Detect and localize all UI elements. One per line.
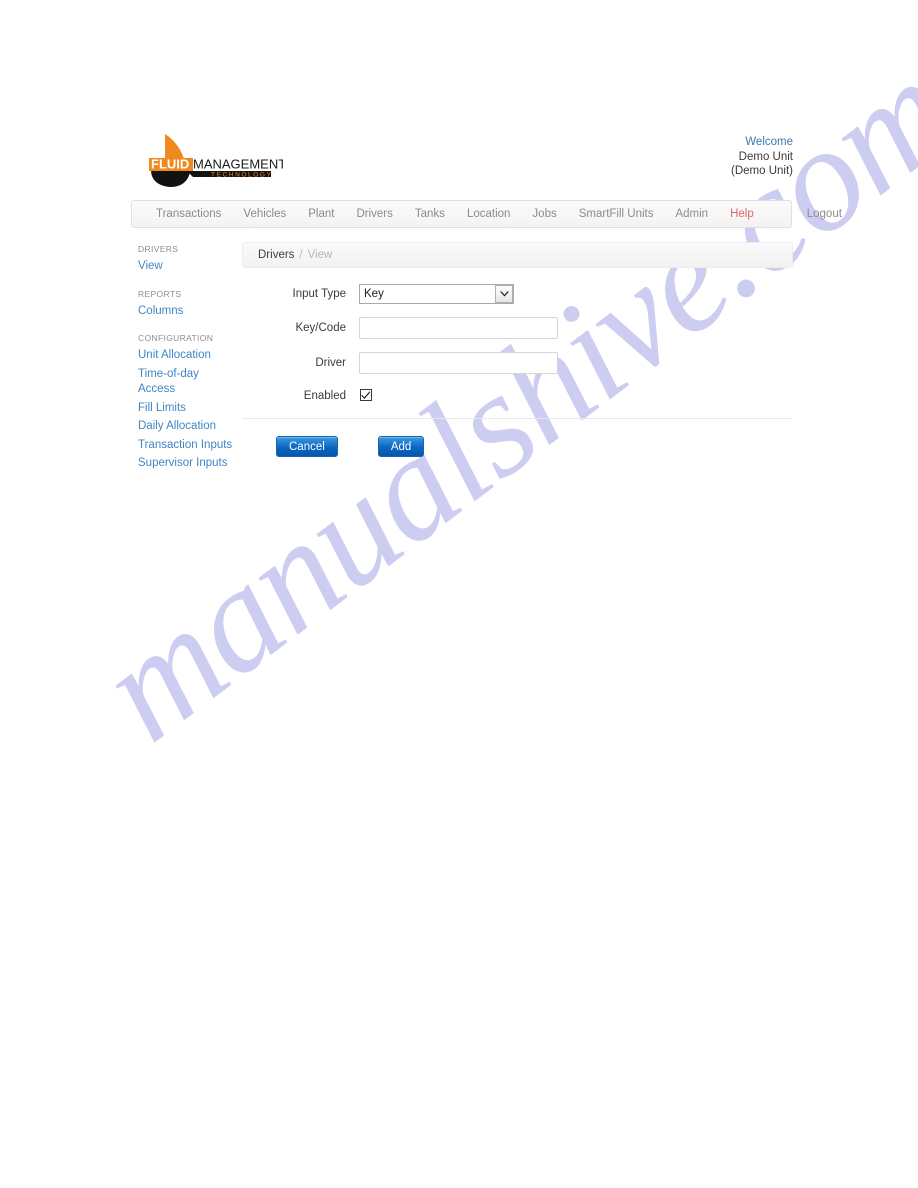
main-navigation: Transactions Vehicles Plant Drivers Tank… — [131, 200, 842, 228]
nav-item-transactions[interactable]: Transactions — [132, 208, 232, 220]
input-type-select-wrap: KeyCodePINCard — [359, 284, 514, 304]
form-row-enabled: Enabled — [242, 387, 793, 405]
nav-item-vehicles[interactable]: Vehicles — [232, 208, 297, 220]
form-row-key-code: Key/Code — [242, 317, 793, 339]
input-type-select[interactable]: KeyCodePINCard — [359, 284, 514, 304]
nav-item-smartfill-units[interactable]: SmartFill Units — [568, 208, 665, 220]
sidebar-item-fill-limits[interactable]: Fill Limits — [138, 401, 234, 417]
form-actions: Cancel Add — [242, 436, 793, 457]
cancel-button[interactable]: Cancel — [276, 436, 338, 457]
svg-text:MANAGEMENT: MANAGEMENT — [193, 157, 283, 172]
sidebar-group-title-drivers: DRIVERS — [138, 244, 179, 254]
form-row-input-type: Input Type KeyCodePINCard — [242, 284, 793, 304]
form-divider — [242, 418, 793, 419]
welcome-link[interactable]: Welcome — [731, 135, 793, 150]
account-unit: (Demo Unit) — [731, 165, 793, 177]
add-button[interactable]: Add — [377, 436, 425, 457]
sidebar-item-supervisor-inputs[interactable]: Supervisor Inputs — [138, 456, 234, 472]
sidebar-group-reports: REPORTS Columns — [138, 289, 234, 320]
sidebar-group-configuration: CONFIGURATION Unit Allocation Time-of-da… — [138, 333, 234, 472]
sidebar-item-transaction-inputs[interactable]: Transaction Inputs — [138, 438, 234, 454]
label-key-code: Key/Code — [295, 322, 346, 334]
nav-item-jobs[interactable]: Jobs — [521, 208, 567, 220]
sidebar-item-unit-allocation[interactable]: Unit Allocation — [138, 348, 234, 364]
sidebar-item-view[interactable]: View — [138, 259, 234, 275]
sidebar-group-title-configuration: CONFIGURATION — [138, 333, 214, 343]
content-panel: Drivers / View Input Type KeyCodePINCard — [242, 242, 793, 457]
nav-item-location[interactable]: Location — [456, 208, 521, 220]
breadcrumb-separator: / — [299, 249, 303, 261]
account-name: Demo Unit — [738, 150, 793, 163]
field-enabled — [359, 387, 793, 405]
sidebar-item-time-of-day-access[interactable]: Time-of-day Access — [138, 367, 234, 398]
svg-text:TECHNOLOGY: TECHNOLOGY — [211, 172, 273, 179]
sidebar-group-drivers: DRIVERS View — [138, 244, 234, 275]
nav-item-tanks[interactable]: Tanks — [404, 208, 456, 220]
nav-item-plant[interactable]: Plant — [297, 208, 345, 220]
page-root: FLUID MANAGEMENT TECHNOLOGY Welcome Demo… — [0, 0, 918, 1188]
key-code-input[interactable] — [359, 317, 558, 339]
nav-item-help[interactable]: Help — [719, 208, 765, 220]
label-driver: Driver — [315, 357, 346, 369]
field-key-code — [359, 317, 793, 339]
driver-form: Input Type KeyCodePINCard Key/Code — [242, 284, 793, 457]
nav-item-admin[interactable]: Admin — [664, 208, 719, 220]
nav-item-logout[interactable]: Logout — [796, 208, 853, 220]
enabled-checkbox[interactable] — [360, 389, 372, 401]
field-input-type: KeyCodePINCard — [359, 284, 793, 304]
field-driver — [359, 352, 793, 374]
driver-input[interactable] — [359, 352, 558, 374]
sidebar-group-title-reports: REPORTS — [138, 288, 182, 299]
label-input-type: Input Type — [292, 288, 347, 300]
page-header: FLUID MANAGEMENT TECHNOLOGY Welcome Demo… — [131, 130, 793, 192]
check-icon — [361, 391, 370, 399]
sidebar-item-columns[interactable]: Columns — [138, 304, 234, 320]
sidebar: DRIVERS View REPORTS Columns CONFIGURATI… — [138, 244, 234, 486]
breadcrumb-sub[interactable]: View — [308, 249, 333, 261]
label-enabled: Enabled — [303, 390, 346, 402]
sidebar-item-daily-allocation[interactable]: Daily Allocation — [138, 419, 234, 435]
company-logo: FLUID MANAGEMENT TECHNOLOGY — [143, 132, 286, 188]
form-row-driver: Driver — [242, 352, 793, 374]
breadcrumb-current[interactable]: Drivers — [258, 249, 294, 261]
nav-list: Transactions Vehicles Plant Drivers Tank… — [132, 201, 842, 227]
svg-text:FLUID: FLUID — [151, 157, 189, 172]
breadcrumb: Drivers / View — [242, 242, 793, 268]
account-info: Welcome Demo Unit (Demo Unit) — [731, 135, 793, 179]
nav-item-drivers[interactable]: Drivers — [345, 208, 403, 220]
